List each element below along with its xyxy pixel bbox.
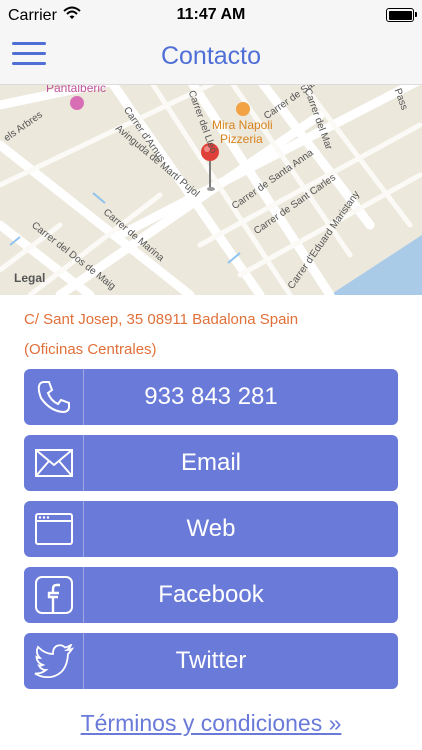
twitter-button-label: Twitter	[175, 647, 247, 674]
status-time: 11:47 AM	[176, 6, 246, 23]
web-button-label: Web	[186, 515, 236, 542]
battery-icon	[386, 8, 417, 22]
phone-button[interactable]: 933 843 281	[24, 369, 398, 425]
email-button[interactable]: Email	[24, 435, 398, 491]
page-title: Contacto	[160, 42, 262, 70]
facebook-button[interactable]: Facebook	[24, 567, 398, 623]
email-button-label: Email	[180, 449, 241, 476]
map-poi-label: Pizzeria	[220, 132, 263, 146]
address-subtitle: (Oficinas Centrales)	[24, 341, 157, 358]
phone-button-label: 933 843 281	[144, 383, 278, 410]
address-line: C/ Sant Josep, 35 08911 Badalona Spain	[24, 311, 299, 328]
map-poi-label: Mira Napoli	[212, 118, 273, 132]
terms-and-conditions-link[interactable]: Términos y condiciones »	[0, 710, 422, 737]
facebook-button-label: Facebook	[158, 581, 264, 608]
map-poi-label: Pantalberic	[46, 85, 107, 95]
map-view[interactable]: Pantalberic Mira Napoli Pizzeria Carrer …	[0, 85, 422, 295]
status-bar: Carrier 11:47 AM	[0, 0, 422, 30]
map-legal-link[interactable]: Legal	[14, 271, 45, 285]
nav-bar: Contacto	[0, 30, 422, 85]
web-button[interactable]: Web	[24, 501, 398, 557]
twitter-button[interactable]: Twitter	[24, 633, 398, 689]
